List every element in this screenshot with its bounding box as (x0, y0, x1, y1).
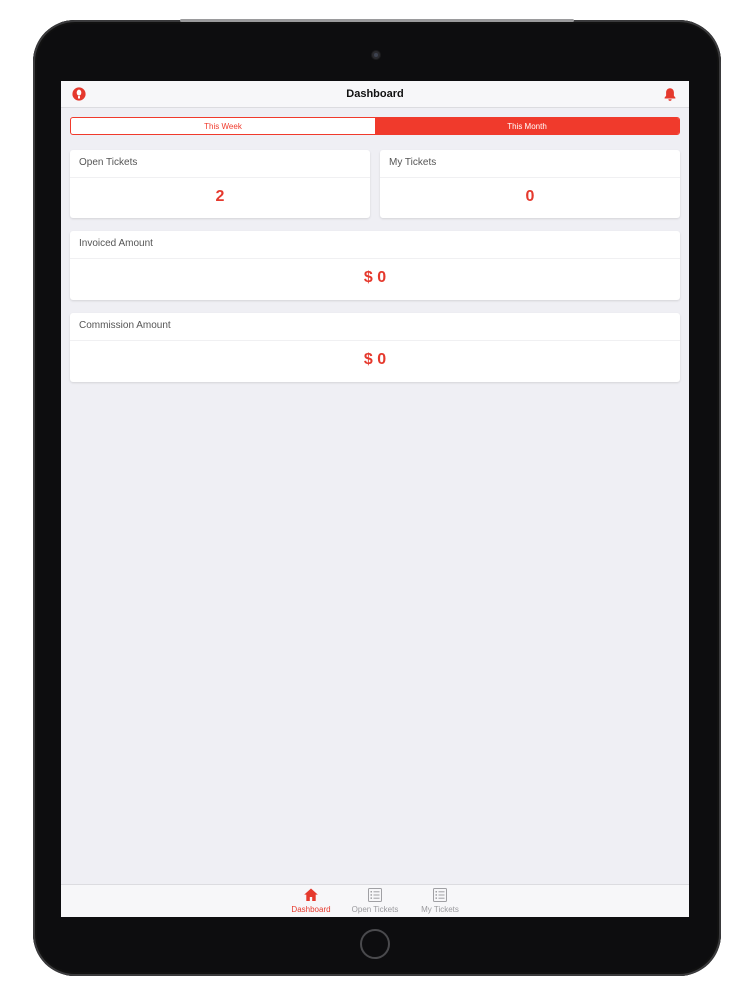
commission-amount-card: Commission Amount $ 0 (70, 313, 680, 382)
segment-this-month[interactable]: This Month (375, 118, 679, 134)
card-divider (70, 258, 680, 259)
camera-icon (372, 51, 380, 59)
bell-icon[interactable] (663, 87, 677, 102)
list-icon (433, 888, 447, 902)
card-divider (70, 177, 370, 178)
invoiced-amount-value: $ 0 (363, 269, 387, 286)
tab-open-tickets[interactable]: Open Tickets (345, 885, 405, 917)
open-tickets-label: Open Tickets (79, 157, 138, 168)
open-tickets-card[interactable]: Open Tickets 2 (70, 150, 370, 218)
tab-dashboard[interactable]: Dashboard (285, 885, 337, 917)
tab-bar: Dashboard Open Tickets My Tickets (61, 884, 689, 917)
tab-my-tickets[interactable]: My Tickets (413, 885, 467, 917)
device-edge-highlight (180, 19, 574, 22)
nav-bar: Dashboard (61, 81, 689, 108)
tab-open-tickets-label: Open Tickets (351, 905, 399, 914)
segment-this-week[interactable]: This Week (71, 118, 375, 134)
list-icon (368, 888, 382, 902)
commission-amount-label: Commission Amount (79, 320, 171, 331)
tab-my-tickets-label: My Tickets (421, 905, 459, 914)
invoiced-amount-label: Invoiced Amount (79, 238, 153, 249)
commission-amount-value: $ 0 (363, 351, 387, 368)
home-hardware-button[interactable] (360, 929, 390, 959)
tab-dashboard-label: Dashboard (291, 905, 331, 914)
my-tickets-card[interactable]: My Tickets 0 (380, 150, 680, 218)
open-tickets-value: 2 (215, 188, 225, 205)
card-divider (70, 340, 680, 341)
home-icon (304, 888, 318, 901)
app-screen: Dashboard This Week This Month Open Tick… (61, 81, 689, 917)
invoiced-amount-card: Invoiced Amount $ 0 (70, 231, 680, 300)
my-tickets-label: My Tickets (389, 157, 437, 168)
period-segmented-control: This Week This Month (70, 117, 680, 135)
page-title: Dashboard (346, 88, 404, 100)
my-tickets-value: 0 (525, 188, 535, 205)
card-divider (380, 177, 680, 178)
